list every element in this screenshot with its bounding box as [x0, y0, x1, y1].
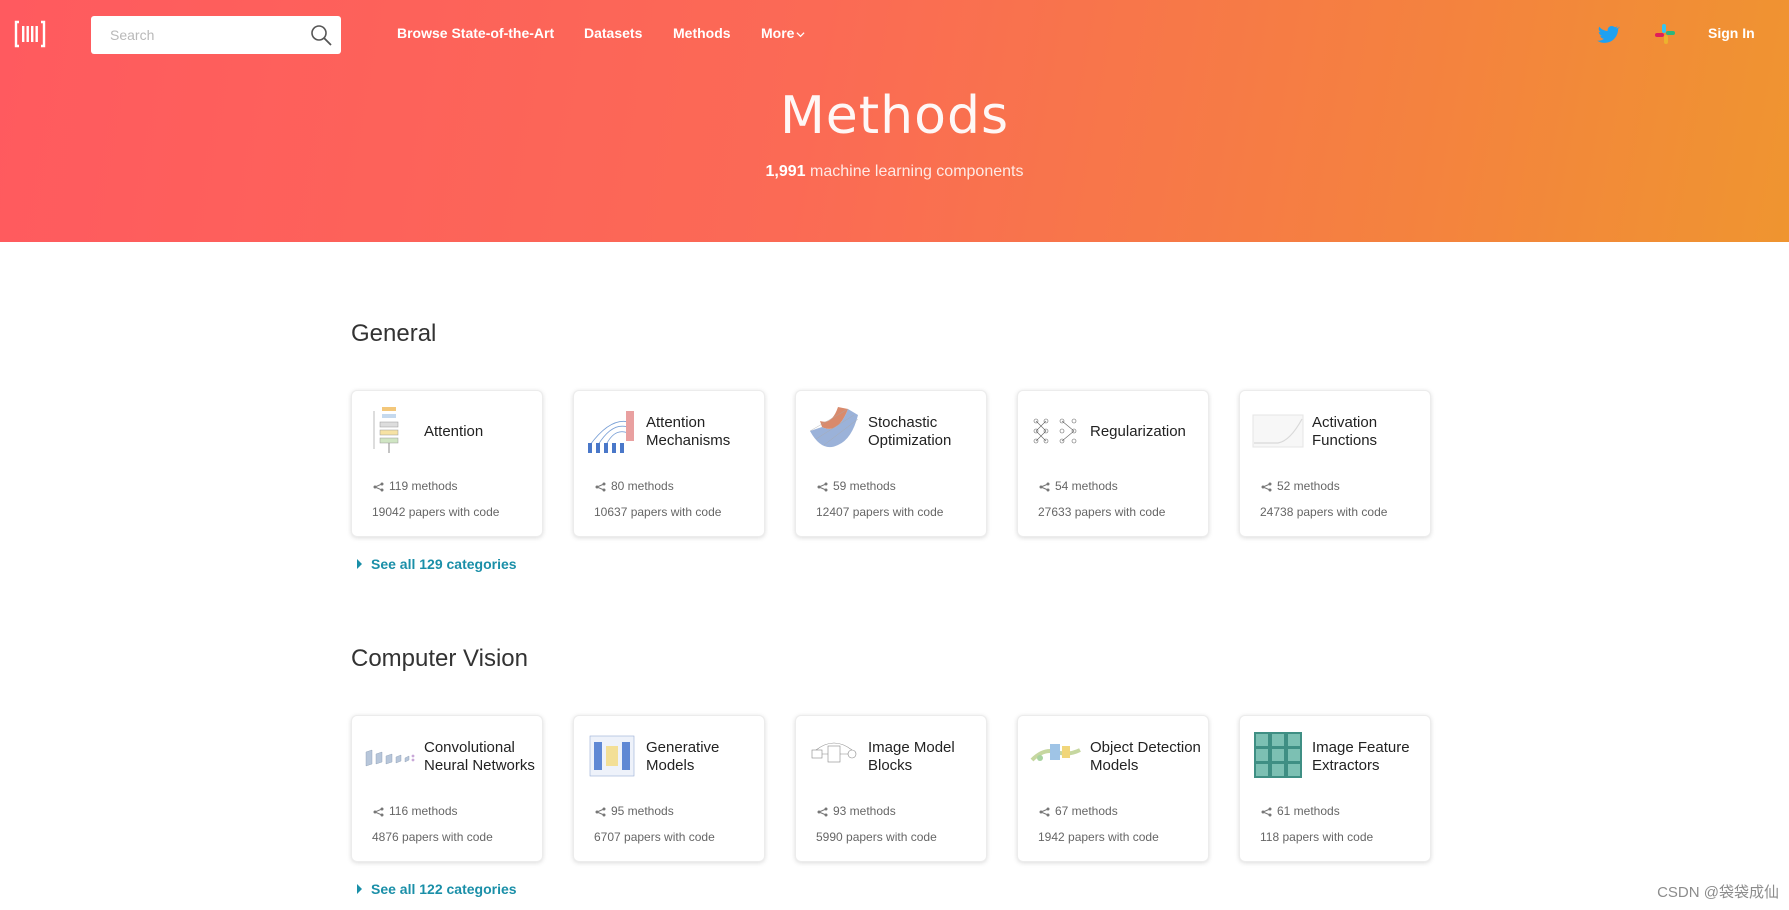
see-all-text: See all 129 categories: [371, 556, 517, 572]
caret-right-icon: [357, 884, 362, 894]
section-title-general: General: [351, 320, 437, 347]
slack-icon[interactable]: [1653, 22, 1677, 46]
generative-diagram-thumbnail: [589, 735, 635, 777]
detection-diagram-thumbnail: [1030, 744, 1081, 762]
category-name: Regularization: [1090, 423, 1186, 440]
methods-count: 116 methods: [372, 804, 458, 818]
dropout-network-thumbnail: [1033, 418, 1077, 444]
papers-count: 24738 papers with code: [1260, 505, 1388, 519]
chevron-down-icon: [796, 32, 805, 37]
methods-count: 93 methods: [816, 804, 896, 818]
category-name: Generative Models: [646, 739, 720, 774]
search-input[interactable]: Search: [110, 27, 154, 43]
sign-in-link[interactable]: Sign In: [1708, 25, 1755, 41]
papers-count: 1942 papers with code: [1038, 830, 1159, 844]
papers-count: 4876 papers with code: [372, 830, 493, 844]
method-count: 1,991: [765, 163, 806, 180]
twitter-icon[interactable]: [1596, 22, 1620, 46]
papers-count: 19042 papers with code: [372, 505, 500, 519]
category-name: Image Feature Extractors: [1312, 739, 1410, 774]
category-name: Convolutional Neural Networks: [424, 739, 535, 774]
category-name: Activation Functions: [1312, 414, 1378, 449]
cnn-diagram-thumbnail: [365, 749, 415, 767]
page-title: Methods: [779, 86, 1010, 146]
category-card-generative-models[interactable]: Generative Models 95 methods 6707 papers…: [573, 715, 765, 862]
network-icon: [817, 482, 828, 492]
network-icon: [373, 807, 384, 817]
nav-methods[interactable]: Methods: [673, 25, 731, 41]
category-card-regularization[interactable]: Regularization 54 methods 27633 papers w…: [1017, 390, 1209, 537]
nav-more-label: More: [761, 25, 795, 41]
papers-count: 10637 papers with code: [594, 505, 722, 519]
paperswithcode-logo[interactable]: [14, 20, 46, 48]
methods-count: 59 methods: [816, 479, 896, 493]
category-name: Stochastic Optimization: [868, 414, 952, 449]
network-icon: [595, 482, 606, 492]
methods-count: 61 methods: [1260, 804, 1340, 818]
papers-count: 5990 papers with code: [816, 830, 937, 844]
category-name: Image Model Blocks: [868, 739, 955, 774]
attention-mechanism-diagram-thumbnail: [588, 411, 634, 453]
see-all-computer-vision-link[interactable]: See all 122 categories: [357, 881, 517, 897]
methods-count-text: 119 methods: [389, 479, 458, 493]
papers-count: 6707 papers with code: [594, 830, 715, 844]
methods-count: 95 methods: [594, 804, 674, 818]
category-card-attention[interactable]: Attention 119 methods 19042 papers with …: [351, 390, 543, 537]
methods-count-text: 116 methods: [389, 804, 458, 818]
block-diagram-thumbnail: [811, 742, 857, 763]
watermark: CSDN @袋袋成仙: [1657, 884, 1779, 901]
category-card-image-feature-extractors[interactable]: Image Feature Extractors 61 methods 118 …: [1239, 715, 1431, 862]
network-icon: [1261, 807, 1272, 817]
search-icon[interactable]: [309, 23, 333, 47]
attention-diagram-thumbnail: [373, 407, 399, 453]
methods-count-text: 54 methods: [1055, 479, 1118, 493]
category-name: Object Detection Models: [1090, 739, 1201, 774]
network-icon: [373, 482, 384, 492]
category-card-image-model-blocks[interactable]: Image Model Blocks 93 methods 5990 paper…: [795, 715, 987, 862]
loss-surface-thumbnail: [809, 407, 859, 448]
papers-count: 27633 papers with code: [1038, 505, 1166, 519]
methods-count-text: 95 methods: [611, 804, 674, 818]
methods-count: 80 methods: [594, 479, 674, 493]
methods-count: 119 methods: [372, 479, 458, 493]
feature-grid-thumbnail: [1254, 732, 1302, 778]
category-card-object-detection-models[interactable]: Object Detection Models 67 methods 1942 …: [1017, 715, 1209, 862]
nav-browse-sota[interactable]: Browse State-of-the-Art: [397, 25, 554, 41]
methods-count-text: 93 methods: [833, 804, 896, 818]
network-icon: [595, 807, 606, 817]
category-name: Attention: [424, 423, 484, 440]
activation-curve-thumbnail: [1252, 414, 1304, 448]
search-box[interactable]: Search: [91, 16, 341, 54]
hero-header: Search Browse State-of-the-Art Datasets …: [0, 0, 1789, 242]
nav-more[interactable]: More: [761, 25, 805, 41]
see-all-text: See all 122 categories: [371, 881, 517, 897]
methods-count-text: 67 methods: [1055, 804, 1118, 818]
category-card-activation-functions[interactable]: Activation Functions 52 methods 24738 pa…: [1239, 390, 1431, 537]
section-title-computer-vision: Computer Vision: [351, 645, 528, 672]
network-icon: [1039, 807, 1050, 817]
methods-count: 54 methods: [1038, 479, 1118, 493]
network-icon: [1261, 482, 1272, 492]
caret-right-icon: [357, 559, 362, 569]
methods-count: 52 methods: [1260, 479, 1340, 493]
methods-count-text: 52 methods: [1277, 479, 1340, 493]
category-card-stochastic-optimization[interactable]: Stochastic Optimization 59 methods 12407…: [795, 390, 987, 537]
network-icon: [817, 807, 828, 817]
methods-count-text: 80 methods: [611, 479, 674, 493]
category-card-cnn[interactable]: Convolutional Neural Networks 116 method…: [351, 715, 543, 862]
nav-datasets[interactable]: Datasets: [584, 25, 642, 41]
methods-count: 67 methods: [1038, 804, 1118, 818]
network-icon: [1039, 482, 1050, 492]
methods-count-text: 61 methods: [1277, 804, 1340, 818]
papers-count: 12407 papers with code: [816, 505, 944, 519]
category-name: Attention Mechanisms: [646, 414, 731, 449]
page-subtitle: 1,991 machine learning components: [0, 163, 1789, 181]
see-all-general-link[interactable]: See all 129 categories: [357, 556, 517, 572]
subtitle-text: machine learning components: [805, 163, 1024, 180]
category-card-attention-mechanisms[interactable]: Attention Mechanisms 80 methods 10637 pa…: [573, 390, 765, 537]
papers-count: 118 papers with code: [1260, 830, 1374, 844]
methods-count-text: 59 methods: [833, 479, 896, 493]
